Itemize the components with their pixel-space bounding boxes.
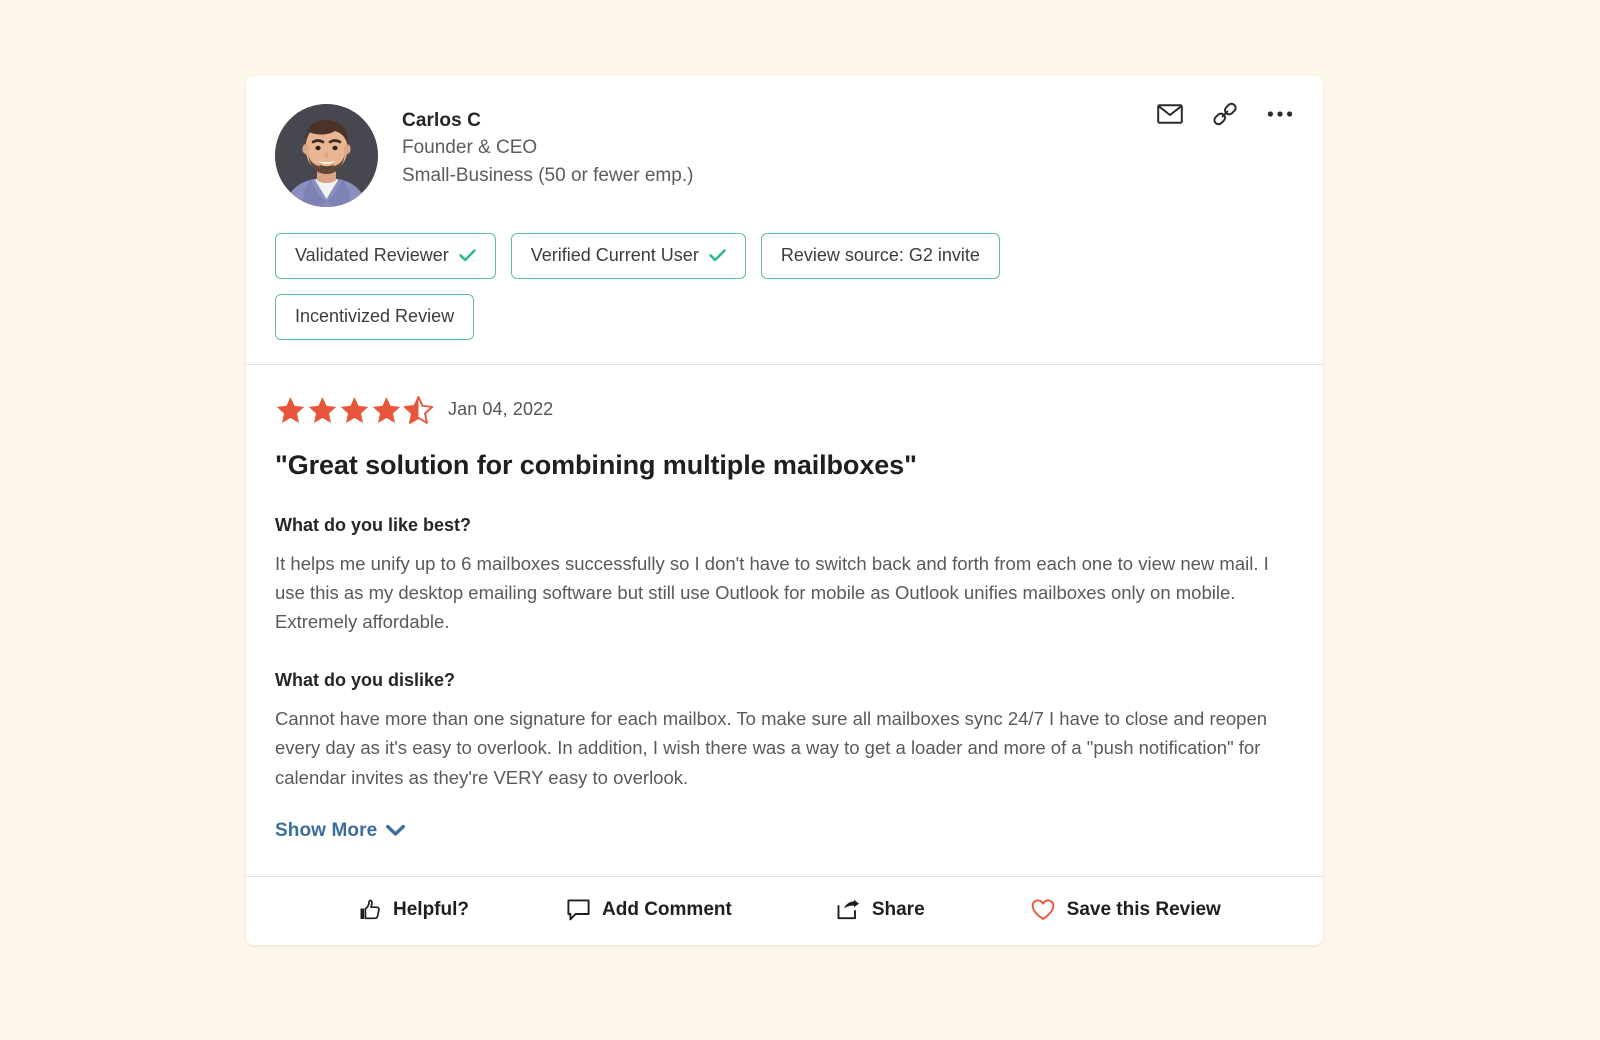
- share-label: Share: [871, 898, 925, 920]
- add-comment-label: Add Comment: [602, 898, 732, 920]
- reviewer-identity: Carlos C Founder & CEO Small-Business (5…: [275, 104, 1291, 207]
- thumbs-up-icon: [359, 899, 381, 921]
- reviewer-role: Founder & CEO: [402, 136, 538, 158]
- add-comment-button[interactable]: Add Comment: [567, 899, 732, 921]
- badge-label: Validated Reviewer: [295, 245, 449, 265]
- show-more-label: Show More: [275, 819, 378, 841]
- badge-incentivized-review[interactable]: Incentivized Review: [275, 293, 475, 340]
- share-icon: [837, 899, 860, 920]
- review-section-like-best: What do you like best? It helps me unify…: [275, 515, 1291, 637]
- reviewer-details: Carlos C Founder & CEO Small-Business (5…: [402, 104, 693, 190]
- comment-icon: [567, 899, 590, 921]
- star-full-icon: [276, 396, 305, 423]
- badge-review-source[interactable]: Review source: G2 invite: [760, 233, 1000, 279]
- badge-label: Incentivized Review: [295, 305, 455, 326]
- page-root: Carlos C Founder & CEO Small-Business (5…: [0, 0, 1600, 1040]
- rating-row: Jan 04, 2022: [275, 395, 1291, 425]
- helpful-label: Helpful?: [393, 898, 469, 920]
- share-button[interactable]: Share: [837, 899, 925, 921]
- star-rating: [275, 395, 434, 425]
- link-icon[interactable]: [1213, 102, 1237, 126]
- check-icon: [709, 249, 726, 262]
- answer-text: It helps me unify up to 6 mailboxes succ…: [275, 552, 1269, 633]
- badge-verified-current-user[interactable]: Verified Current User: [510, 233, 746, 279]
- star-full-icon: [308, 396, 337, 423]
- badge-label: Verified Current User: [530, 245, 699, 265]
- reviewer-company-size: Small-Business (50 or fewer emp.): [402, 164, 694, 186]
- more-icon[interactable]: [1267, 110, 1293, 118]
- review-title: "Great solution for combining multiple m…: [275, 449, 917, 480]
- review-card-header: Carlos C Founder & CEO Small-Business (5…: [246, 76, 1323, 365]
- star-full-icon: [372, 396, 401, 423]
- review-card: Carlos C Founder & CEO Small-Business (5…: [246, 76, 1323, 945]
- review-card-footer: Helpful? Add Comment Share Save this Rev…: [246, 877, 1323, 945]
- question-label: What do you like best?: [275, 514, 472, 535]
- review-date: Jan 04, 2022: [448, 399, 554, 420]
- answer-text: Cannot have more than one signature for …: [275, 708, 1268, 788]
- check-icon: [459, 249, 476, 262]
- helpful-button[interactable]: Helpful?: [359, 899, 469, 921]
- save-review-label: Save this Review: [1066, 898, 1221, 920]
- star-full-icon: [340, 396, 369, 423]
- badge-label: Review source: G2 invite: [780, 245, 980, 265]
- badge-validated-reviewer[interactable]: Validated Reviewer: [275, 233, 496, 279]
- review-badges: Validated Reviewer Verified Current User: [275, 233, 1085, 340]
- review-section-dislike: What do you dislike? Cannot have more th…: [275, 670, 1291, 792]
- avatar: [275, 104, 378, 207]
- header-actions: [1157, 102, 1293, 126]
- show-more-button[interactable]: Show More: [275, 819, 406, 842]
- chevron-down-icon: [386, 824, 406, 837]
- question-label: What do you dislike?: [275, 670, 456, 691]
- reviewer-name: Carlos C: [402, 110, 481, 131]
- save-review-button[interactable]: Save this Review: [1031, 899, 1221, 921]
- heart-icon: [1031, 899, 1055, 921]
- email-icon[interactable]: [1157, 104, 1183, 124]
- review-card-body: Jan 04, 2022 "Great solution for combini…: [246, 365, 1323, 877]
- star-half-icon: [403, 395, 434, 424]
